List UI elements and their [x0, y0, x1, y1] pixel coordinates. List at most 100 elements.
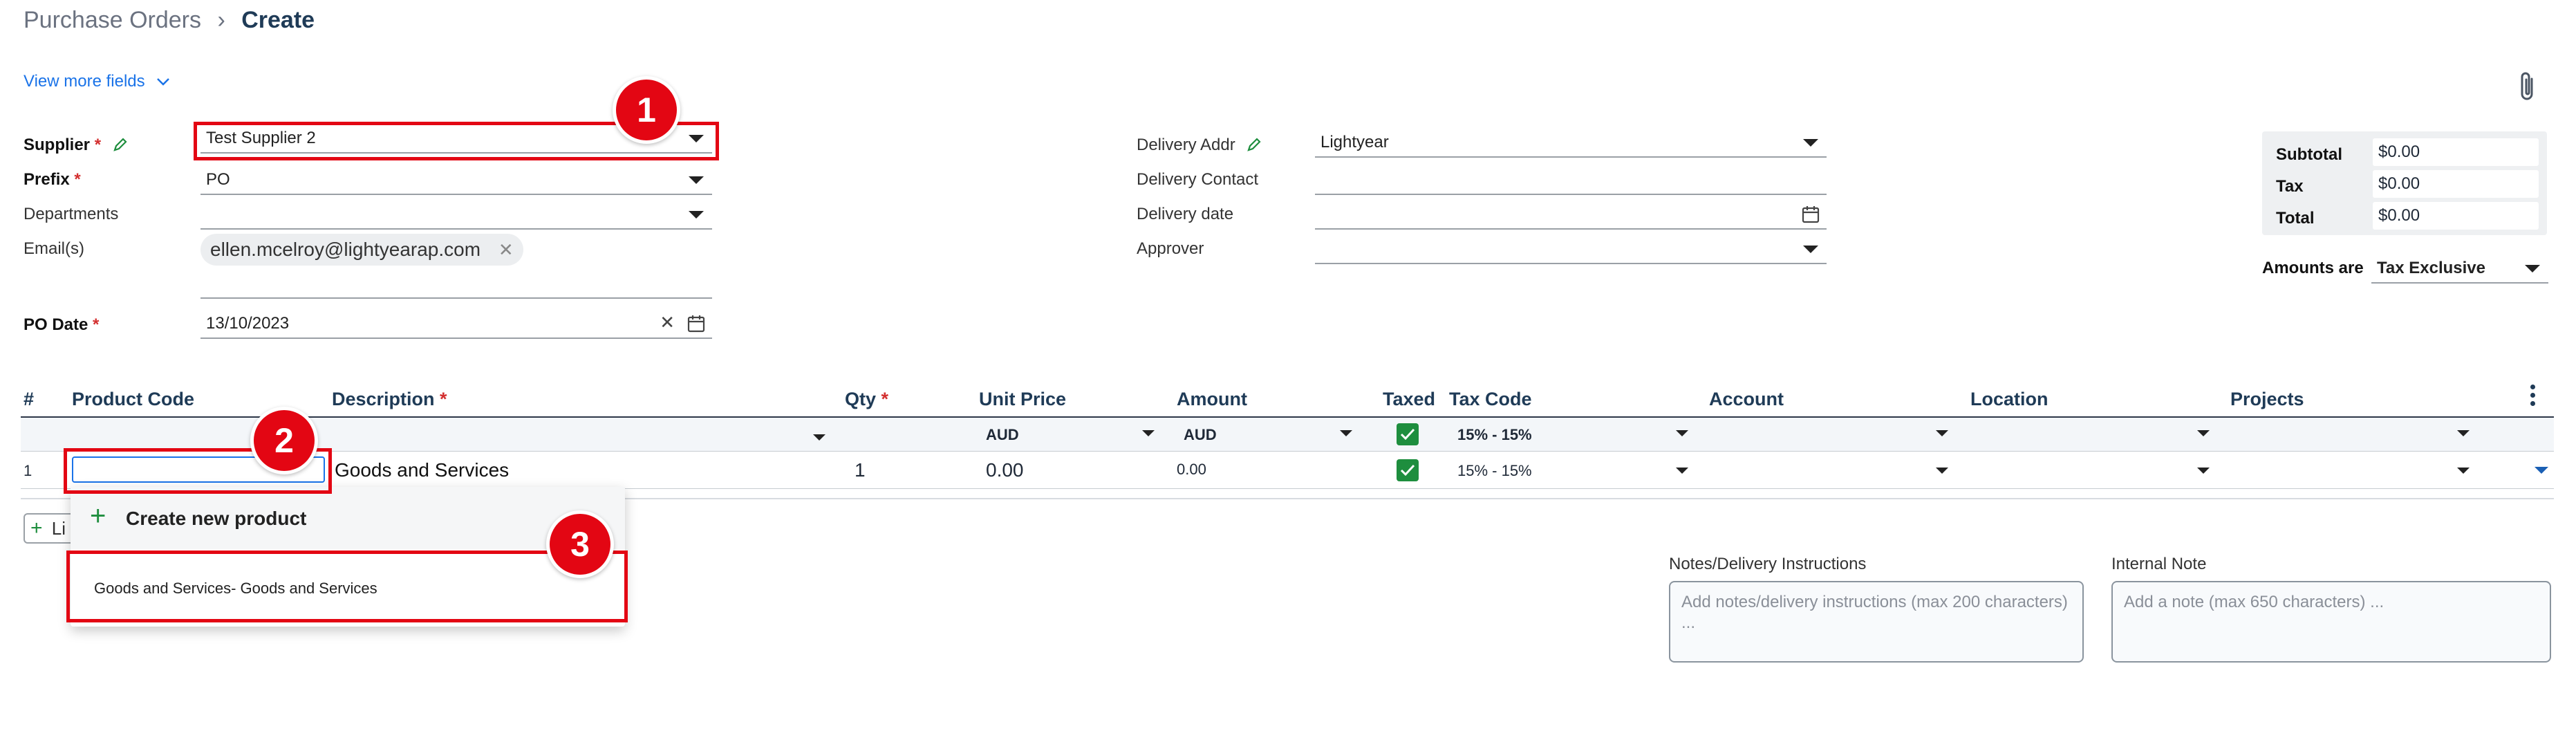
subtotal-label: Subtotal — [2276, 145, 2342, 164]
tax-value: $0.00 — [2373, 170, 2539, 198]
delivery-addr-label: Delivery Addr — [1137, 136, 1262, 155]
qty-cell[interactable]: 1 — [855, 459, 866, 481]
unit-price-cell[interactable]: 0.00 — [986, 459, 1024, 481]
departments-select[interactable] — [200, 201, 712, 230]
caret-down-icon[interactable] — [813, 434, 825, 441]
delivery-addr-select[interactable]: Lightyear — [1315, 129, 1827, 158]
caret-down-icon[interactable] — [1142, 430, 1155, 436]
notes-textarea[interactable]: Add notes/delivery instructions (max 200… — [1669, 581, 2084, 663]
email-chip-text: ellen.mcelroy@lightyearap.com — [210, 239, 481, 260]
departments-label: Departments — [24, 205, 119, 223]
totals-panel: Subtotal $0.00 Tax $0.00 Total $0.00 — [2262, 131, 2547, 235]
delivery-date-label: Delivery date — [1137, 205, 1234, 223]
description-cell[interactable]: Goods and Services — [335, 459, 509, 481]
amounts-are-label: Amounts are — [2262, 259, 2364, 277]
close-icon[interactable]: ✕ — [498, 239, 514, 260]
col-unit-price: Unit Price — [979, 389, 1067, 409]
plus-icon: + — [30, 517, 43, 539]
unit-price-currency[interactable]: AUD — [986, 426, 1019, 444]
caret-down-icon[interactable] — [2197, 468, 2210, 474]
defaults-row — [21, 418, 2554, 452]
delivery-contact-field[interactable] — [1315, 166, 1827, 195]
col-product-code: Product Code — [72, 389, 195, 409]
view-more-fields-link[interactable]: View more fields — [24, 72, 170, 91]
supplier-label: Supplier * — [24, 136, 128, 155]
total-value: $0.00 — [2373, 202, 2539, 230]
delivery-contact-label: Delivery Contact — [1137, 170, 1259, 189]
caret-down-icon[interactable] — [1936, 430, 1948, 436]
taxed-checkbox[interactable] — [1397, 459, 1419, 481]
caret-down-icon — [689, 176, 704, 184]
calendar-icon[interactable] — [687, 314, 705, 333]
col-projects: Projects — [2230, 389, 2304, 409]
plus-icon: + — [90, 501, 106, 531]
breadcrumb-parent[interactable]: Purchase Orders — [24, 7, 201, 33]
col-qty: Qty * — [845, 389, 889, 409]
col-description: Description * — [332, 389, 447, 409]
col-taxed: Taxed — [1383, 389, 1436, 409]
caret-down-icon[interactable] — [1676, 430, 1688, 436]
breadcrumb: Purchase Orders › Create — [24, 7, 315, 34]
amounts-are-select[interactable]: Tax Exclusive — [2371, 255, 2548, 284]
emails-label: Email(s) — [24, 239, 84, 258]
col-location: Location — [1970, 389, 2048, 409]
col-num: # — [24, 389, 35, 409]
clear-icon[interactable]: ✕ — [660, 312, 675, 333]
pencil-icon[interactable] — [113, 137, 128, 152]
tax-code-default[interactable]: 15% - 15% — [1457, 426, 1532, 444]
subtotal-value: $0.00 — [2373, 138, 2539, 166]
create-new-product-option[interactable]: + Create new product — [71, 487, 625, 549]
prefix-label: Prefix * — [24, 170, 81, 189]
chevron-down-icon — [157, 78, 170, 86]
caret-down-icon — [1803, 246, 1818, 253]
annotation-badge-3: 3 — [546, 510, 614, 578]
caret-down-icon — [689, 211, 704, 219]
col-account: Account — [1709, 389, 1784, 409]
more-vertical-icon[interactable] — [2530, 385, 2536, 406]
taxed-default-checkbox[interactable] — [1397, 423, 1419, 445]
annotation-badge-1: 1 — [613, 76, 680, 144]
po-date-label: PO Date * — [24, 315, 100, 334]
internal-note-label: Internal Note — [2111, 555, 2207, 573]
chevron-right-icon: › — [217, 7, 225, 33]
caret-down-icon[interactable] — [1936, 468, 1948, 474]
tax-label: Tax — [2276, 177, 2304, 196]
caret-down-icon[interactable] — [2457, 430, 2470, 436]
delivery-date-field[interactable] — [1315, 201, 1827, 230]
caret-down-icon[interactable] — [1340, 430, 1352, 436]
add-line-label: Li — [51, 518, 66, 539]
approver-select[interactable] — [1315, 235, 1827, 264]
total-label: Total — [2276, 209, 2315, 228]
annotation-badge-2: 2 — [250, 407, 318, 474]
caret-down-icon[interactable] — [2457, 468, 2470, 474]
amount-currency[interactable]: AUD — [1184, 426, 1217, 444]
prefix-value: PO — [206, 170, 230, 189]
prefix-select[interactable]: PO — [200, 166, 712, 195]
caret-down-icon — [2525, 265, 2540, 272]
po-date-field[interactable]: 13/10/2023 ✕ — [200, 310, 712, 339]
emails-field[interactable] — [200, 271, 712, 299]
breadcrumb-current: Create — [241, 7, 315, 33]
col-amount: Amount — [1177, 389, 1247, 409]
view-more-label: View more fields — [24, 72, 145, 91]
internal-note-textarea[interactable]: Add a note (max 650 characters) ... — [2111, 581, 2551, 663]
row-num: 1 — [24, 462, 32, 479]
approver-label: Approver — [1137, 239, 1204, 258]
caret-down-icon — [1803, 139, 1818, 147]
po-date-value: 13/10/2023 — [206, 314, 290, 333]
tax-code-cell[interactable]: 15% - 15% — [1457, 462, 1532, 480]
amount-cell: 0.00 — [1177, 461, 1206, 478]
caret-down-icon[interactable] — [2197, 430, 2210, 436]
email-chip[interactable]: ellen.mcelroy@lightyearap.com ✕ — [200, 234, 523, 266]
calendar-icon[interactable] — [1802, 205, 1820, 224]
delivery-addr-value: Lightyear — [1320, 133, 1389, 151]
paperclip-icon[interactable] — [2517, 71, 2539, 102]
check-icon — [1400, 428, 1415, 441]
amounts-are-value: Tax Exclusive — [2377, 259, 2485, 277]
caret-down-icon[interactable] — [1676, 468, 1688, 474]
pencil-icon[interactable] — [1247, 137, 1262, 152]
create-new-product-label: Create new product — [126, 508, 307, 529]
annotation-box-dropdown-option — [66, 551, 628, 622]
expand-row-icon[interactable] — [2533, 465, 2550, 476]
col-tax-code: Tax Code — [1449, 389, 1532, 409]
